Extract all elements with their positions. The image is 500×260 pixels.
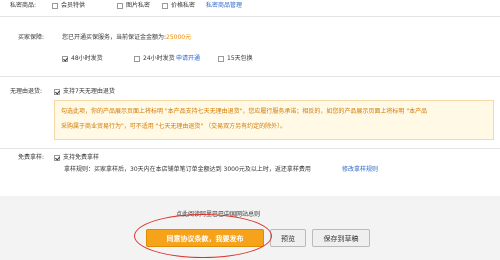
divider [0,76,500,77]
buyer-protection-description: 您已开通买保服务，当前保证金金额为:25000元 [62,34,191,42]
no-reason-return-checkbox-label: 支持7天无理由退货 [63,88,115,95]
exchange-15-label: 15天包换 [227,55,253,62]
ship-48h-label: 48小时发货 [71,55,103,62]
image-private-checkbox[interactable] [117,3,123,9]
save-draft-button[interactable]: 保存到草稿 [312,229,370,247]
notice-line-1: 勾选此项，你的产品展示页面上将标明 "本产品支持七天无理由退货"，您应履行服务承… [61,108,428,115]
private-goods-label: 私密商品: [10,2,37,9]
ship-48h-checkbox[interactable] [62,56,68,62]
exchange-15-checkbox[interactable] [218,56,224,62]
member-exclusive-checkbox[interactable] [52,3,58,9]
ship-24h-label: 24小时发货 [143,55,175,62]
image-private-label: 图片私密 [126,2,151,9]
free-sample-checkbox[interactable] [54,155,60,161]
deposit-amount: 25000元 [166,34,192,41]
buyer-protection-description-text: 您已开通买保服务，当前保证金金额为: [62,34,167,41]
free-sample-checkbox-label: 支持免费拿样 [63,154,100,161]
price-private-checkbox[interactable] [162,3,168,9]
price-private-label: 价格私密 [171,2,196,9]
no-reason-return-label: 无理由退货: [10,88,43,95]
ship-24h-checkbox[interactable] [134,56,140,62]
divider [0,148,500,149]
divider [0,16,500,17]
apply-open-link[interactable]: 申请开通 [176,55,200,63]
private-goods-manage-link[interactable]: 私密商品管理 [206,2,242,10]
no-reason-return-checkbox[interactable] [54,89,60,95]
notice-line-2: 采购属于商业贸易行为"，可不适用 "七天无理由退货" （交易双方另有约定的除外）… [61,123,287,130]
buyer-protection-label: 买家保障: [18,34,45,41]
member-exclusive-label: 会员特供 [61,2,86,9]
highlight-ellipse [134,214,272,258]
preview-button[interactable]: 预览 [270,229,306,247]
modify-sample-rules-link[interactable]: 修改拿样规则 [342,166,378,174]
free-sample-label: 免费拿样: [18,154,45,161]
free-sample-rules-text: 拿样规则：买家拿样后，30天内在本店铺单笔订单金额达到 3000元及以上时，返还… [64,166,311,173]
no-reason-return-notice: 勾选此项，你的产品展示页面上将标明 "本产品支持七天无理由退货"，您应履行服务承… [54,100,494,140]
